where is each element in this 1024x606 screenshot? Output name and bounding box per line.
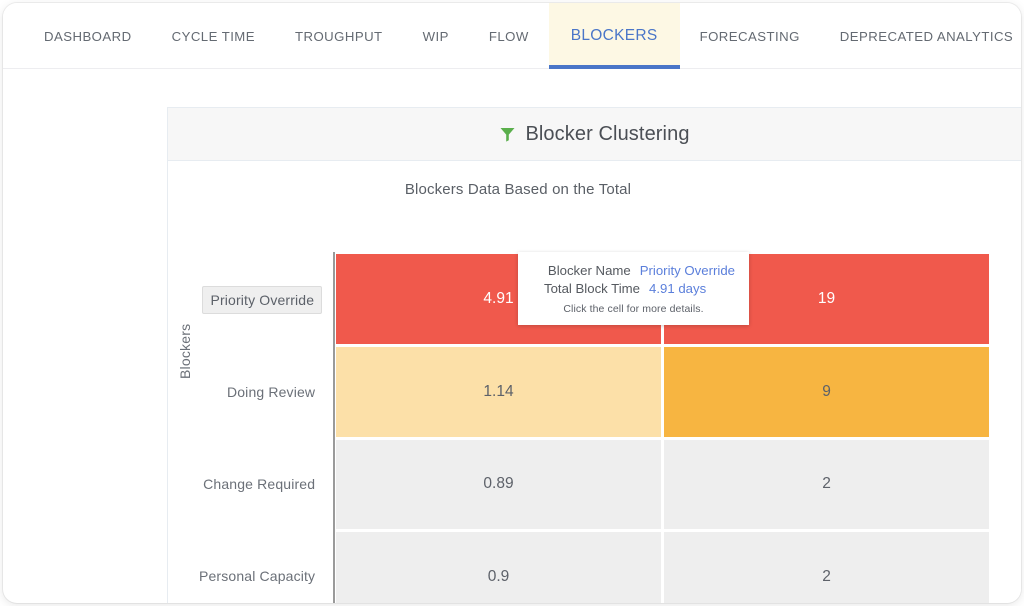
y-axis-title: Blockers <box>177 323 193 379</box>
y-axis-label-doing-review[interactable]: Doing Review <box>192 346 335 438</box>
y-axis-label-text: Doing Review <box>226 384 316 400</box>
card-title-wrap: Blocker Clustering <box>499 123 689 146</box>
heatmap-cell[interactable]: 2 <box>664 439 989 530</box>
tooltip-key: Blocker Name <box>547 263 631 278</box>
heatmap-cell[interactable]: 1.14 <box>336 346 661 437</box>
heatmap-cell[interactable]: 0.89 <box>336 439 661 530</box>
y-axis-line <box>333 252 335 603</box>
tooltip-key: Total Block Time <box>543 281 640 296</box>
chart-title: Blockers Data Based on the Total <box>404 181 632 198</box>
heatmap-cell[interactable]: 2 <box>664 532 989 603</box>
nav-tab-blockers[interactable]: BLOCKERS <box>548 3 680 69</box>
app-window: DASHBOARD CYCLE TIME TROUGHPUT WIP FLOW BLOCK… <box>3 3 1021 603</box>
blocker-clustering-card: Blocker Clustering Blockers Data Based o… <box>167 107 1021 603</box>
screenshot-root: DASHBOARD CYCLE TIME TROUGHPUT WIP FLOW BLOCK… <box>0 0 1024 606</box>
y-axis-label-text: Personal Capacity <box>199 568 316 584</box>
nav-tab-forecasting[interactable]: FORECASTING <box>680 3 820 69</box>
nav-tab-troughput[interactable]: TROUGHPUT <box>275 3 403 69</box>
nav-tab-cycle-time[interactable]: CYCLE TIME <box>152 3 275 69</box>
card-title: Blocker Clustering <box>525 122 690 145</box>
tooltip-note: Click the cell for more details. <box>563 303 704 315</box>
nav-tab-dashboard[interactable]: DASHBOARD <box>24 3 152 69</box>
nav-tab-deprecated-analytics[interactable]: DEPRECATED ANALYTICS <box>820 3 1021 69</box>
nav-tab-list: DASHBOARD CYCLE TIME TROUGHPUT WIP FLOW BLOCK… <box>24 3 1021 69</box>
tooltip-row: Total Block Time 4.91 days <box>532 281 735 296</box>
cell-tooltip: Blocker Name Priority Override Total Block… <box>518 252 749 325</box>
tooltip-value: Priority Override <box>639 263 735 278</box>
y-axis-label-change-required[interactable]: Change Required <box>192 438 335 530</box>
y-axis-label-text: Change Required <box>203 476 316 492</box>
chart-area: Blockers Data Based on the Total Blocker… <box>168 161 1021 603</box>
nav-tab-flow[interactable]: FLOW <box>469 3 549 69</box>
y-axis-label-personal-capacity[interactable]: Personal Capacity <box>192 530 335 603</box>
y-axis-labels: Priority Override Doing Review Change Requ… <box>192 254 333 603</box>
tooltip-row: Blocker Name Priority Override <box>532 263 735 278</box>
heatmap-cell[interactable]: 9 <box>664 346 989 437</box>
nav-tab-wip[interactable]: WIP <box>403 3 469 69</box>
y-axis-label-text: Priority Override <box>202 286 323 314</box>
funnel-icon[interactable] <box>499 126 516 143</box>
card-header: Blocker Clustering <box>168 108 1021 161</box>
tooltip-rows: Blocker Name Priority Override Total Block… <box>532 263 735 296</box>
tooltip-value: 4.91 days <box>649 281 707 296</box>
heatmap-cell[interactable]: 0.9 <box>336 532 661 603</box>
y-axis-label-priority-override[interactable]: Priority Override <box>192 254 335 346</box>
top-navbar: DASHBOARD CYCLE TIME TROUGHPUT WIP FLOW BLOCK… <box>3 3 1021 69</box>
